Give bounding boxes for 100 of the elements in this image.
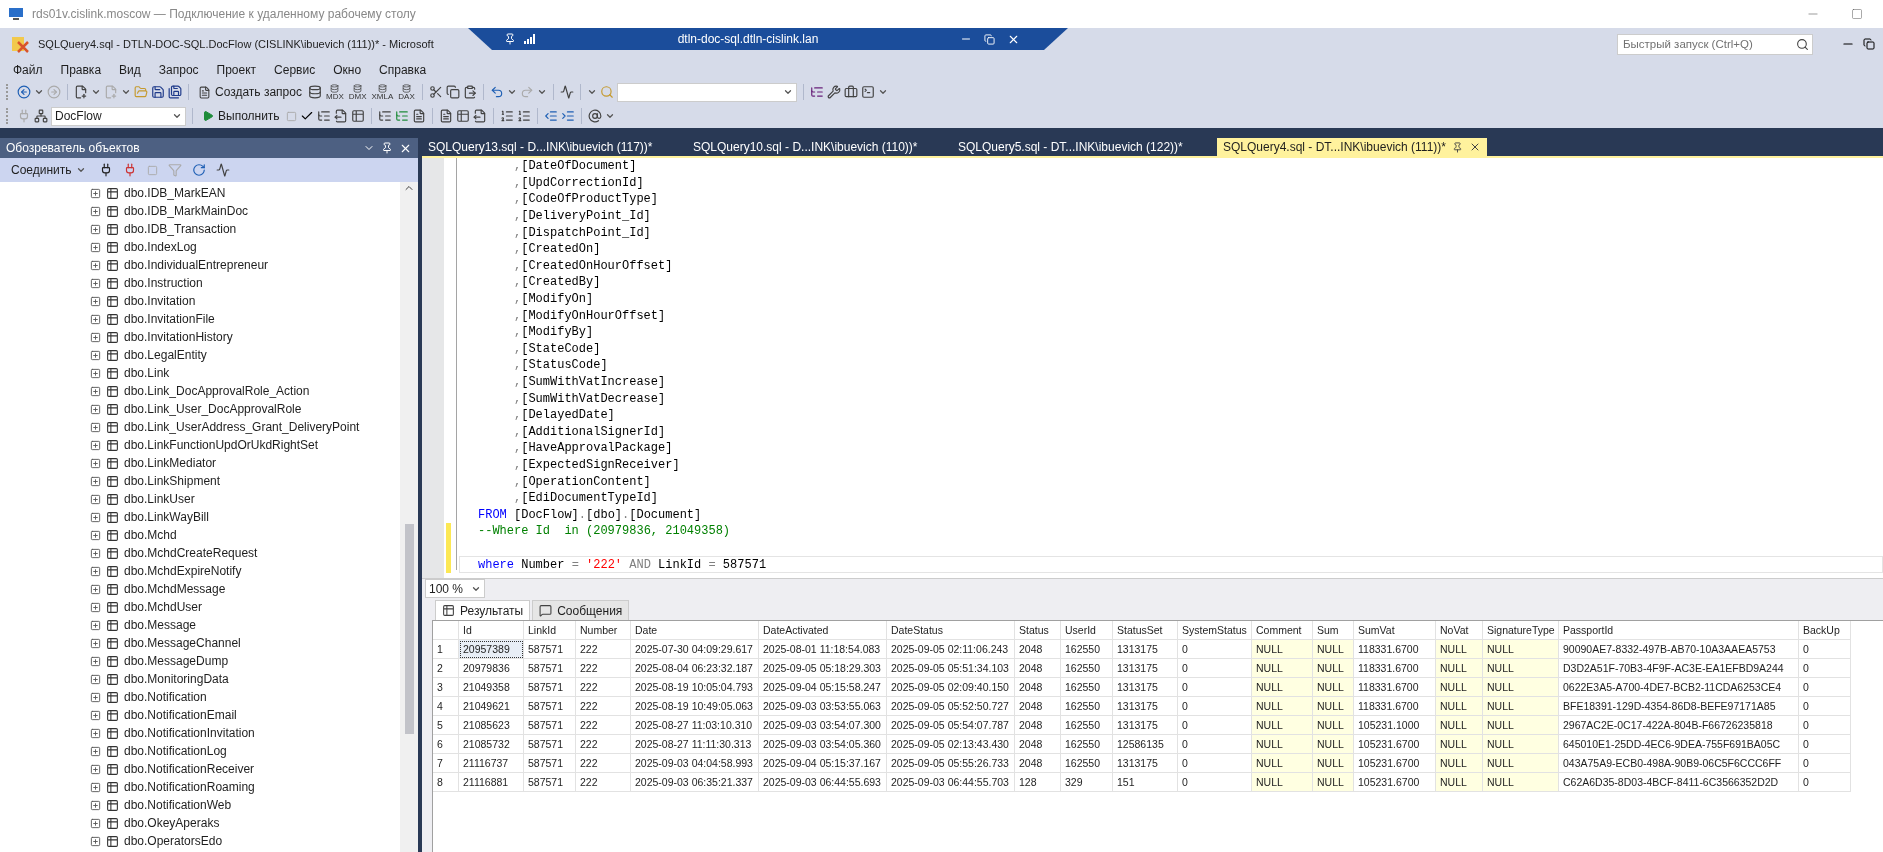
- expand-icon[interactable]: [90, 295, 101, 307]
- column-header[interactable]: Number: [576, 621, 631, 640]
- tree-item[interactable]: dbo.InvitationFile: [90, 310, 400, 328]
- wrench-icon[interactable]: [826, 85, 841, 99]
- connect-button[interactable]: Соединить: [8, 163, 89, 177]
- column-header[interactable]: Comment: [1252, 621, 1313, 640]
- menu-item[interactable]: Правка: [51, 63, 111, 77]
- expand-icon[interactable]: [90, 331, 101, 343]
- editor-tab[interactable]: SQLQuery5.sql - DT...INK\ibuevich (122))*: [952, 138, 1217, 156]
- column-header[interactable]: DateActivated: [759, 621, 887, 640]
- search-icon[interactable]: [1796, 37, 1809, 51]
- menu-item[interactable]: Проект: [207, 63, 266, 77]
- tree-item[interactable]: dbo.IndexLog: [90, 238, 400, 256]
- tree-item[interactable]: dbo.OkeyAperaks: [90, 814, 400, 832]
- expand-icon[interactable]: [90, 547, 101, 559]
- expand-icon[interactable]: [90, 745, 101, 757]
- restore-icon[interactable]: [1863, 38, 1875, 50]
- tree-item[interactable]: dbo.LinkUser: [90, 490, 400, 508]
- expand-icon[interactable]: [90, 475, 101, 487]
- expand-icon[interactable]: [90, 763, 101, 775]
- column-header[interactable]: Id: [459, 621, 524, 640]
- tree-item[interactable]: dbo.Link_UserAddress_Grant_DeliveryPoint: [90, 418, 400, 436]
- tree-item[interactable]: dbo.IDB_MarkMainDoc: [90, 202, 400, 220]
- save-all-icon[interactable]: [168, 85, 182, 99]
- connection-icon[interactable]: [34, 109, 48, 123]
- caret-icon[interactable]: [75, 165, 86, 175]
- tree-item[interactable]: dbo.NotificationLog: [90, 742, 400, 760]
- tree-item[interactable]: dbo.Message: [90, 616, 400, 634]
- undo-icon[interactable]: [489, 85, 504, 99]
- uncomment-icon[interactable]: [516, 109, 531, 123]
- pin-icon[interactable]: [381, 142, 393, 154]
- tree-item[interactable]: dbo.MessageChannel: [90, 634, 400, 652]
- indent-icon[interactable]: [560, 109, 575, 123]
- tree-item[interactable]: dbo.MchdCreateRequest: [90, 544, 400, 562]
- query-type-button[interactable]: XMLA: [370, 83, 395, 101]
- tree-item[interactable]: dbo.NotificationWeb: [90, 796, 400, 814]
- expand-icon[interactable]: [90, 349, 101, 361]
- solution-icon[interactable]: [809, 85, 824, 99]
- column-header[interactable]: Date: [631, 621, 759, 640]
- restore-icon[interactable]: [984, 33, 995, 45]
- column-header[interactable]: Sum: [1313, 621, 1354, 640]
- expand-icon[interactable]: [90, 277, 101, 289]
- expand-icon[interactable]: [90, 313, 101, 325]
- zoom-combo[interactable]: 100 %: [425, 579, 485, 598]
- scroll-thumb[interactable]: [404, 524, 414, 734]
- column-header[interactable]: PassportId: [1559, 621, 1799, 640]
- tree-item[interactable]: dbo.NotificationEmail: [90, 706, 400, 724]
- expand-icon[interactable]: [90, 727, 101, 739]
- plan-icon[interactable]: [316, 109, 331, 123]
- tree-item[interactable]: dbo.MchdMessage: [90, 580, 400, 598]
- menu-item[interactable]: Окно: [324, 63, 371, 77]
- menu-item[interactable]: Файл: [4, 63, 52, 77]
- refresh-icon[interactable]: [191, 163, 206, 177]
- expand-icon[interactable]: [90, 835, 101, 847]
- results-grid-icon[interactable]: [455, 109, 470, 123]
- parameters-icon[interactable]: [587, 109, 602, 123]
- results-file-icon[interactable]: [411, 109, 426, 123]
- column-header[interactable]: BackUp: [1799, 621, 1851, 640]
- expand-icon[interactable]: [90, 619, 101, 631]
- expand-icon[interactable]: [90, 637, 101, 649]
- expand-icon[interactable]: [90, 529, 101, 541]
- tree-item[interactable]: dbo.Link_DocApprovalRole_Action: [90, 382, 400, 400]
- activity-monitor-icon[interactable]: [559, 85, 574, 99]
- tree-item[interactable]: dbo.NotificationReceiver: [90, 760, 400, 778]
- menu-item[interactable]: Сервис: [265, 63, 325, 77]
- results-tab[interactable]: Сообщения: [532, 600, 630, 620]
- expand-icon[interactable]: [90, 187, 101, 199]
- tree-item[interactable]: dbo.Link: [90, 364, 400, 382]
- comment-icon[interactable]: [499, 109, 514, 123]
- expand-icon[interactable]: [90, 673, 101, 685]
- tree-item[interactable]: dbo.MonitoringData: [90, 670, 400, 688]
- scrollbar[interactable]: [400, 182, 418, 852]
- caret-icon[interactable]: [604, 111, 615, 121]
- expand-icon[interactable]: [90, 583, 101, 595]
- caret-icon[interactable]: [91, 87, 101, 97]
- tree-item[interactable]: dbo.LinkFunctionUpdOrUkdRightSet: [90, 436, 400, 454]
- expand-icon[interactable]: [90, 565, 101, 577]
- caret-icon[interactable]: [506, 87, 517, 97]
- back-icon[interactable]: [17, 85, 31, 99]
- tree-item[interactable]: dbo.NotificationInvitation: [90, 724, 400, 742]
- plan-icon[interactable]: [377, 109, 392, 123]
- caret-icon[interactable]: [782, 87, 793, 97]
- menu-item[interactable]: Запрос: [149, 63, 208, 77]
- editor-tab[interactable]: SQLQuery4.sql - DT...INK\ibuevich (111))*: [1217, 138, 1487, 156]
- paste-icon[interactable]: [462, 85, 477, 99]
- execute-button[interactable]: Выполнить: [199, 109, 283, 123]
- expand-icon[interactable]: [90, 241, 101, 253]
- check-icon[interactable]: [299, 109, 314, 123]
- pin-icon[interactable]: [504, 33, 516, 45]
- query-type-button[interactable]: MDX: [324, 83, 345, 101]
- copy-icon[interactable]: [445, 85, 460, 99]
- grid-icon[interactable]: [442, 604, 455, 617]
- expand-icon[interactable]: [90, 385, 101, 397]
- expand-icon[interactable]: [90, 817, 101, 829]
- tree-item[interactable]: dbo.IndividualEntrepreneur: [90, 256, 400, 274]
- expand-icon[interactable]: [90, 223, 101, 235]
- tree-item[interactable]: dbo.Instruction: [90, 274, 400, 292]
- results-text-icon[interactable]: [438, 109, 453, 123]
- expand-icon[interactable]: [90, 439, 101, 451]
- query-type-button[interactable]: DAX: [397, 83, 416, 101]
